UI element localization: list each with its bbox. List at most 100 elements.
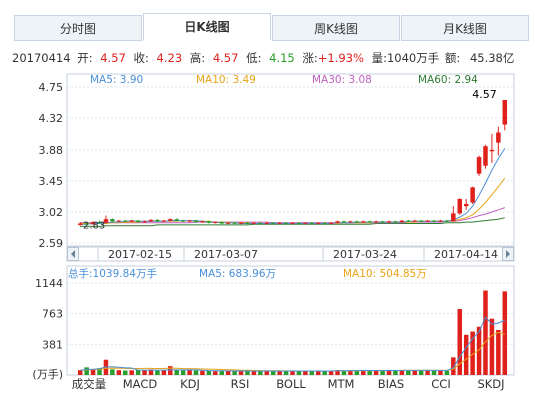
indicator-tab-8[interactable]: SKDJ xyxy=(477,377,504,391)
candle-body xyxy=(232,222,237,224)
quote-date: 20170414 xyxy=(12,51,71,65)
candle-body xyxy=(238,222,244,224)
volume-bar xyxy=(431,370,437,375)
candle-body xyxy=(444,220,450,222)
indicator-tab-7[interactable]: CCI xyxy=(431,377,450,391)
volume-y-tick: 381 xyxy=(42,338,63,351)
scroll-right-button[interactable] xyxy=(502,247,514,261)
low-label: 低: xyxy=(246,51,262,65)
volume-legend-ma10: MA10: 504.85万 xyxy=(343,268,427,280)
volume-bar xyxy=(393,370,398,375)
ma-legend-ma5: MA5: 3.90 xyxy=(90,74,143,86)
scroll-left-button[interactable] xyxy=(67,247,79,261)
volume-bar xyxy=(315,370,321,375)
volume-bar xyxy=(213,371,218,375)
candle-body xyxy=(219,222,224,224)
volume-plot-frame xyxy=(66,265,515,376)
candle-body xyxy=(122,220,128,222)
candle-body xyxy=(155,219,160,222)
arrow-right-icon xyxy=(506,250,510,258)
low-value: 4.15 xyxy=(269,51,295,65)
tab-daily-k[interactable]: 日K线图 xyxy=(143,13,271,41)
candle-body xyxy=(264,222,270,224)
volume-bar xyxy=(425,370,430,375)
open-value: 4.57 xyxy=(100,51,126,65)
volume-bar xyxy=(219,370,224,375)
candle-body xyxy=(315,222,321,224)
volume-bar xyxy=(438,370,443,375)
volume-bar xyxy=(328,370,334,375)
candle-body xyxy=(425,220,430,222)
indicator-tab-0[interactable]: 成交量 xyxy=(72,377,107,391)
date-tick-label: 2017-03-24 xyxy=(333,248,397,261)
candle-body xyxy=(393,221,398,223)
candle-body xyxy=(373,221,379,223)
volume-y-tick: 763 xyxy=(42,308,63,321)
volume-bar xyxy=(122,370,128,375)
volume-bar xyxy=(483,290,488,375)
arrow-left-icon xyxy=(71,250,75,258)
candle-body xyxy=(258,222,263,224)
tab-weekly-k[interactable]: 周K线图 xyxy=(272,15,400,41)
tab-monthly-k[interactable]: 月K线图 xyxy=(401,15,529,41)
volume-bar xyxy=(174,369,179,375)
candle-body xyxy=(180,220,186,222)
candle-body xyxy=(431,220,437,222)
volume-bar xyxy=(470,331,475,375)
indicator-tab-1[interactable]: MACD xyxy=(123,377,158,391)
tab-intraday[interactable]: 分时图 xyxy=(14,15,142,41)
candle-body xyxy=(361,221,366,223)
candle-body xyxy=(502,100,508,125)
candle-body xyxy=(406,220,411,222)
volume-bar xyxy=(502,291,508,375)
kline-plot-frame xyxy=(66,73,515,247)
volume-bar xyxy=(264,370,270,375)
volume-bar xyxy=(161,370,167,375)
volume-bar xyxy=(193,370,199,375)
close-label: 收: xyxy=(133,51,149,65)
volume-bar xyxy=(290,370,295,375)
candle-body xyxy=(367,221,372,223)
volume-bar xyxy=(187,370,192,375)
date-tick-label: 2017-04-14 xyxy=(434,248,498,261)
ma-legend-ma60: MA60: 2.94 xyxy=(418,74,478,86)
indicator-tab-3[interactable]: RSI xyxy=(231,377,250,391)
candle-body xyxy=(412,220,417,222)
indicator-tab-6[interactable]: BIAS xyxy=(378,377,404,391)
volume-bar xyxy=(258,370,263,375)
candle-body xyxy=(463,204,469,207)
volume-ma10-line xyxy=(80,331,505,372)
candle-body xyxy=(380,221,385,223)
ma5-line xyxy=(80,148,506,225)
kline-y-tick: 4.32 xyxy=(39,112,64,125)
volume-bar xyxy=(341,370,347,375)
candle-body xyxy=(206,221,212,223)
quote-summary: 20170414 开: 4.57 收: 4.23 高: 4.57 低: 4.15… xyxy=(12,50,532,68)
close-value: 4.23 xyxy=(156,51,183,65)
volume-bar xyxy=(168,366,173,375)
candle-body xyxy=(418,220,424,222)
candle-body xyxy=(168,219,173,221)
candle-body xyxy=(438,220,443,222)
volume-bar xyxy=(129,370,134,375)
volume-bar xyxy=(148,369,154,375)
candle-body xyxy=(245,222,250,224)
candle-body xyxy=(200,221,205,223)
volume-bar xyxy=(399,370,405,375)
candle-body xyxy=(270,222,276,224)
ma-legend-ma10: MA10: 3.49 xyxy=(196,74,256,86)
volume-bar xyxy=(270,371,276,375)
indicator-tab-5[interactable]: MTM xyxy=(328,377,355,391)
volume-bar xyxy=(283,371,289,375)
indicator-tab-2[interactable]: KDJ xyxy=(180,377,200,391)
high-label: 高: xyxy=(189,51,206,65)
volume-bar xyxy=(251,371,257,375)
ma60-line xyxy=(80,217,505,227)
candle-body xyxy=(348,221,353,223)
volume-unit-label: (万手) xyxy=(32,367,63,381)
candle-body xyxy=(148,219,154,222)
indicator-tab-4[interactable]: BOLL xyxy=(276,377,306,391)
candle-body xyxy=(90,222,96,225)
volume-bar xyxy=(380,370,385,375)
candle-body xyxy=(341,221,347,223)
